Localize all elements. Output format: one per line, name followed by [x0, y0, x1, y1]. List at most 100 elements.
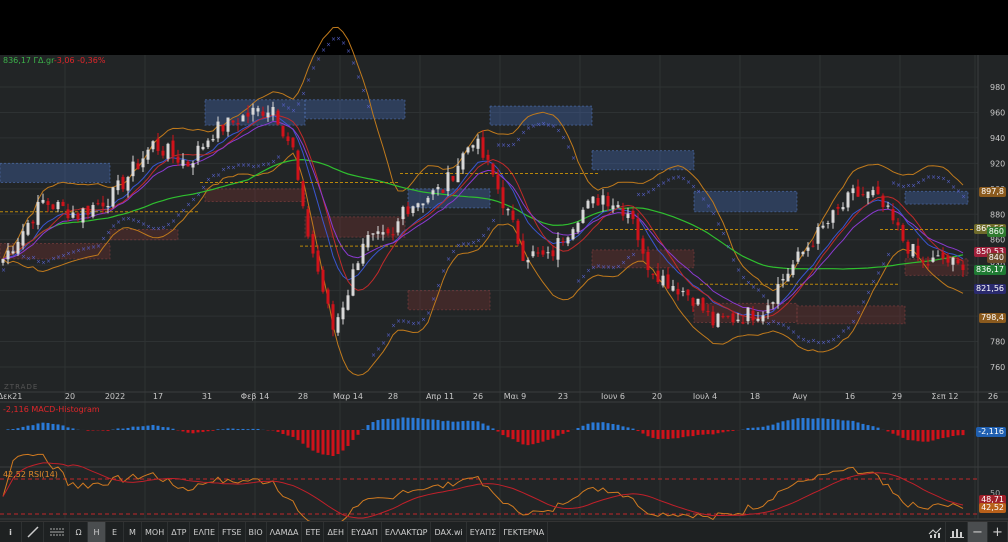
candle-body [851, 188, 855, 194]
symbol-button[interactable]: DAX.wi [431, 522, 467, 542]
sar-marker: × [881, 261, 886, 268]
symbol-button[interactable]: ΔΤΡ [168, 522, 191, 542]
candle-body [6, 250, 10, 260]
macd-bar [646, 430, 650, 437]
candle-body [501, 187, 505, 209]
symbol-button[interactable]: ΕΛΛΑΚΤΩΡ [382, 522, 432, 542]
candle [321, 266, 325, 294]
candle-body [96, 203, 100, 205]
symbol-button[interactable]: ΓΕΚΤΕΡΝΑ [500, 522, 549, 542]
candle-body [146, 149, 150, 160]
candle-body [706, 311, 710, 313]
candle-body [16, 241, 20, 254]
macd-bar [366, 425, 370, 430]
sar-marker: × [721, 231, 726, 238]
candle-body [731, 313, 735, 323]
macd-bar [16, 428, 20, 430]
macd-bar [641, 430, 645, 434]
symbol-button[interactable]: Ε [106, 522, 124, 542]
candle-body [276, 110, 280, 125]
sar-marker: × [441, 268, 446, 275]
candle-body [291, 137, 295, 148]
candle-body [256, 108, 260, 112]
sar-marker: × [711, 210, 716, 217]
candle-body [556, 238, 560, 260]
candle [46, 197, 50, 212]
candle-body [701, 297, 705, 311]
price-chart[interactable]: 980960940920900880860840820800780760Δεκ2… [0, 0, 1008, 542]
macd-bar [71, 428, 75, 430]
candle-body [326, 289, 330, 304]
price-tick-label: 880 [990, 210, 1005, 219]
symbol-button[interactable]: Η [88, 522, 106, 542]
info-button[interactable]: i [0, 522, 22, 542]
candle-body [771, 302, 775, 304]
candle-body [356, 263, 360, 271]
symbol-button[interactable]: ΜΟΗ [142, 522, 169, 542]
candle [546, 246, 550, 259]
candle-body [571, 229, 575, 240]
candle [856, 179, 860, 197]
macd-bar [181, 430, 185, 432]
symbol-button[interactable]: Μ [124, 522, 142, 542]
symbol-button[interactable]: FTSE [219, 522, 246, 542]
macd-bar [306, 430, 310, 448]
macd-bar [381, 419, 385, 430]
sar-marker: × [516, 136, 521, 143]
candle [906, 239, 910, 259]
sar-marker: × [196, 192, 201, 199]
candle [586, 199, 590, 209]
macd-bar [931, 430, 935, 441]
macd-bar [251, 428, 255, 430]
macd-bar [281, 430, 285, 435]
macd-bar [611, 424, 615, 430]
candle-body [536, 252, 540, 254]
candle-body [711, 311, 715, 326]
candle-body [21, 231, 25, 246]
macd-bar [411, 417, 415, 430]
candle [466, 146, 470, 155]
draw-line-button[interactable] [22, 522, 44, 542]
candle [651, 273, 655, 280]
indicators-button[interactable] [44, 522, 70, 542]
candle-body [161, 150, 165, 156]
macd-bar [371, 422, 375, 430]
candle [521, 233, 525, 261]
macd-bar [581, 425, 585, 430]
symbol-button[interactable]: ΕΛΠΕ [190, 522, 220, 542]
bar-chart-button[interactable] [946, 522, 968, 542]
zoom-out-button[interactable]: − [968, 522, 988, 542]
candle [316, 245, 320, 275]
symbol-button[interactable]: ΕΥΔΑΠ [348, 522, 382, 542]
candle-body [471, 145, 475, 148]
chart-type-button[interactable] [924, 522, 946, 542]
macd-bar [596, 422, 600, 430]
candle [571, 227, 575, 241]
candle [581, 207, 585, 224]
candle-body [456, 165, 460, 183]
candle-body [391, 234, 395, 236]
macd-bar [756, 427, 760, 430]
symbol-button[interactable]: ΕΥΑΠΣ [467, 522, 501, 542]
macd-bar [351, 430, 355, 440]
symbol-button[interactable]: ΛΑΜΔΑ [267, 522, 303, 542]
candle-body [676, 288, 680, 295]
candle [206, 138, 210, 149]
symbol-button[interactable]: ΔΕΗ [324, 522, 348, 542]
candle-body [411, 206, 415, 214]
symbol-button[interactable]: Ω [70, 522, 88, 542]
price-tick-label: 920 [990, 159, 1005, 168]
sar-marker: × [181, 208, 186, 215]
date-label: 18 [750, 392, 760, 401]
zoom-in-button[interactable]: + [988, 522, 1008, 542]
candle-body [376, 231, 380, 234]
sar-marker: × [96, 243, 101, 250]
macd-bar [346, 430, 350, 446]
macd-bar [841, 420, 845, 430]
candle [556, 232, 560, 268]
candle-body [66, 209, 70, 219]
symbol-button[interactable]: ΕΤΕ [302, 522, 325, 542]
symbol-button[interactable]: ΒΙΟ [246, 522, 267, 542]
candle-body [341, 307, 345, 320]
candle-body [551, 250, 555, 257]
